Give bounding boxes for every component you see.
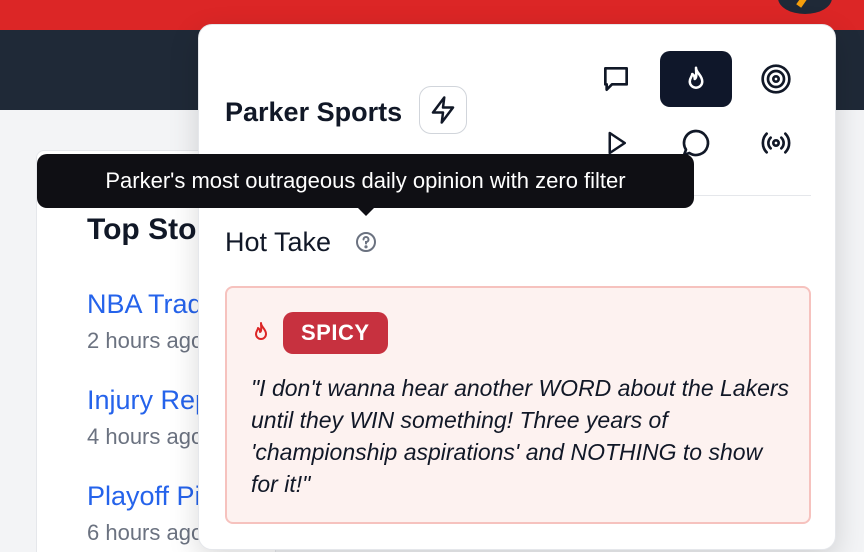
bolt-icon (431, 96, 455, 124)
bolt-button[interactable] (419, 86, 467, 134)
flame-icon (688, 66, 704, 89)
spicy-badge: SPICY (283, 312, 388, 354)
brand-title: Parker Sports (225, 97, 403, 127)
flame-icon (255, 322, 267, 340)
broadcast-button[interactable] (740, 115, 812, 171)
help-circle-icon[interactable] (354, 230, 378, 254)
message-square-icon (604, 67, 628, 91)
section-title: Hot Take (225, 227, 332, 257)
parker-sports-popover: Parker Sports Hot Take SPICY "I don't wa… (198, 24, 836, 550)
target-button[interactable] (740, 51, 812, 107)
chat-button[interactable] (580, 51, 652, 107)
hot-take-button[interactable] (660, 51, 732, 107)
tooltip-arrow (356, 206, 376, 216)
hot-take-quote: "I don't wanna hear another WORD about t… (251, 375, 790, 497)
broadcast-icon (761, 132, 791, 154)
target-icon (761, 64, 791, 94)
hot-take-card: SPICY "I don't wanna hear another WORD a… (225, 286, 811, 524)
tooltip: Parker's most outrageous daily opinion w… (37, 154, 694, 208)
